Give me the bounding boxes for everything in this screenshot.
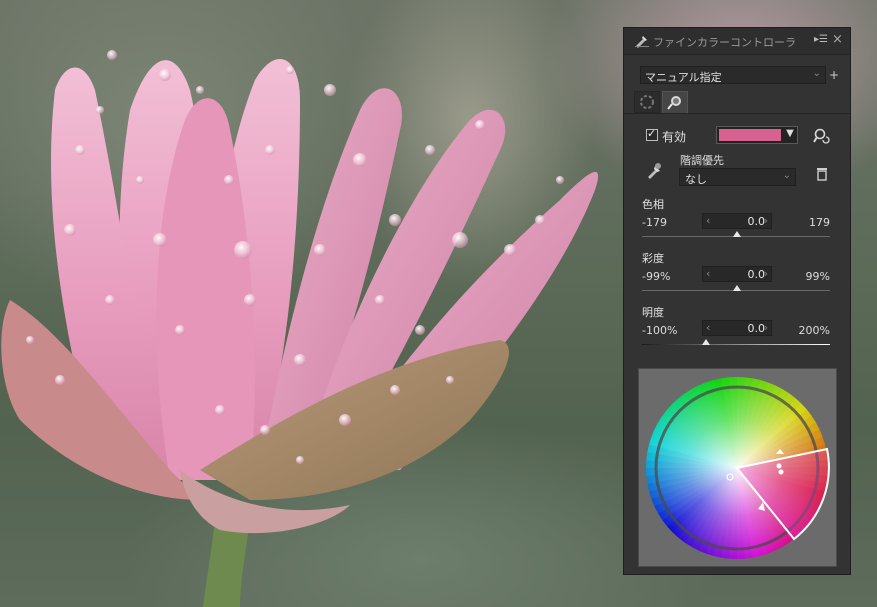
color-swatch-dropdown[interactable]: ▼ xyxy=(716,126,798,144)
chevron-down-icon: ⌄ xyxy=(782,170,791,181)
tone-priority-value: なし xyxy=(685,173,707,186)
chevron-down-icon: ▼ xyxy=(786,128,794,139)
panel-titlebar[interactable]: ファインカラーコントローラ ▸☰ × xyxy=(624,28,850,55)
saturation-max: 99% xyxy=(805,270,830,283)
eyedropper-reset-icon[interactable] xyxy=(812,127,830,145)
tone-priority-label: 階調優先 xyxy=(680,154,724,167)
range-handle[interactable] xyxy=(776,463,782,469)
enabled-checkbox[interactable] xyxy=(646,127,658,141)
brightness-slider-thumb[interactable] xyxy=(702,339,710,345)
tone-priority-dropdown[interactable]: なし ⌄ xyxy=(679,168,796,186)
hue-label: 色相 xyxy=(642,198,664,211)
selected-color-swatch xyxy=(719,129,781,141)
saturation-spinner[interactable]: ‹ 0.0 › xyxy=(702,266,772,282)
color-wheel-area[interactable] xyxy=(638,368,837,567)
increment-icon[interactable]: › xyxy=(764,214,768,227)
brightness-value[interactable]: 0.0 xyxy=(703,322,766,335)
panel-menu-icon[interactable]: ▸☰ xyxy=(814,34,828,45)
hue-min: -179 xyxy=(642,216,667,229)
saturation-value[interactable]: 0.0 xyxy=(703,268,766,281)
panel-title: ファインカラーコントローラ xyxy=(653,36,796,49)
tab-divider xyxy=(624,113,850,114)
increment-icon[interactable]: › xyxy=(764,267,768,280)
trash-icon[interactable] xyxy=(816,167,828,181)
saturation-label: 彩度 xyxy=(642,252,664,265)
hue-spinner[interactable]: ‹ 0.0 › xyxy=(702,213,772,229)
hue-value[interactable]: 0.0 xyxy=(703,215,766,228)
enabled-label: 有効 xyxy=(662,130,687,144)
tab-color-wheel[interactable] xyxy=(634,91,660,113)
tab-eyedropper[interactable] xyxy=(662,91,688,113)
color-wheel[interactable] xyxy=(639,369,836,566)
brightness-max: 200% xyxy=(798,324,830,337)
preset-value: マニュアル指定 xyxy=(645,71,722,84)
chevron-down-icon: ⌄ xyxy=(812,68,821,79)
brightness-spinner[interactable]: ‹ 0.0 › xyxy=(702,320,772,336)
hue-slider-thumb[interactable] xyxy=(733,231,741,237)
preset-dropdown[interactable]: マニュアル指定 ⌄ xyxy=(640,66,826,84)
hue-max: 179 xyxy=(809,216,830,229)
add-preset-button[interactable]: + xyxy=(829,68,839,82)
brightness-min: -100% xyxy=(642,324,678,337)
color-wheel-tab-icon xyxy=(640,95,654,109)
range-handle[interactable] xyxy=(778,469,784,475)
close-icon[interactable]: × xyxy=(832,32,843,47)
increment-icon[interactable]: › xyxy=(764,321,768,334)
eyedropper-pen-icon xyxy=(635,36,649,48)
fine-color-controller-panel: ファインカラーコントローラ ▸☰ × マニュアル指定 ⌄ + 有効 ▼ 階調優先 xyxy=(623,27,851,575)
eyedropper-tab-icon xyxy=(667,96,681,110)
brightness-label: 明度 xyxy=(642,306,664,319)
saturation-slider-thumb[interactable] xyxy=(733,285,741,291)
tone-eyedropper-icon[interactable] xyxy=(644,161,664,181)
saturation-min: -99% xyxy=(642,270,671,283)
brightness-slider-track[interactable] xyxy=(642,344,830,345)
